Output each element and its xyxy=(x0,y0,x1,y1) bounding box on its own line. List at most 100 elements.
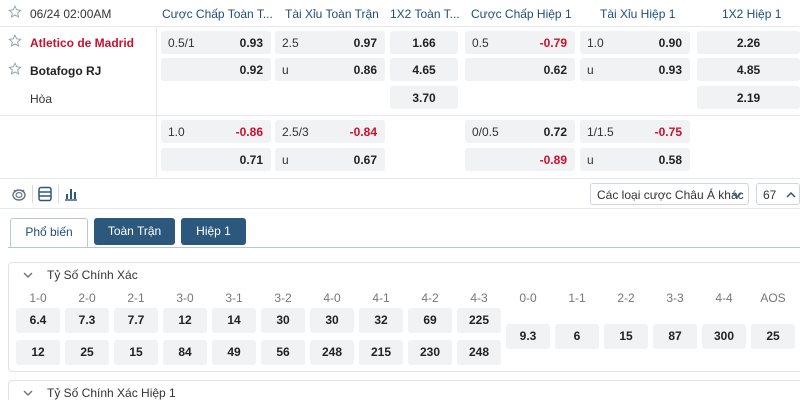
score-odds-cell[interactable]: 49 xyxy=(212,340,256,365)
odds-cell-hdp-home[interactable]: 0.5/1 0.93 xyxy=(161,31,271,54)
odds-cell-h1-ou-over-alt[interactable]: 1/1.5 -0.75 xyxy=(580,120,690,143)
score-odds-cell[interactable]: 7.7 xyxy=(114,308,158,333)
score-odds-cell[interactable]: 84 xyxy=(163,340,207,365)
score-label: 0-0 xyxy=(519,291,537,305)
odds-value: -0.84 xyxy=(349,125,377,139)
favorite-star-icon[interactable] xyxy=(8,5,22,19)
odds-cell-h1-ou-over[interactable]: 1.0 0.90 xyxy=(580,31,690,54)
score-label: 3-2 xyxy=(274,291,292,305)
score-label: 4-1 xyxy=(372,291,390,305)
ou-line: 2.5/3 xyxy=(282,125,309,139)
odds-cell-ou-under[interactable]: u 0.86 xyxy=(275,58,385,81)
odds-cell-h1-hdp-home-alt[interactable]: 0/0.5 0.72 xyxy=(465,120,575,143)
odds-value: 0.71 xyxy=(239,153,263,167)
odds-cell-hdp-away[interactable]: 0.92 xyxy=(161,58,271,81)
score-odds-cell[interactable]: 225 xyxy=(457,308,501,333)
score-odds-cell[interactable]: 300 xyxy=(702,324,746,349)
odds-cell-1x2-away[interactable]: 4.65 xyxy=(390,58,458,81)
list-icon[interactable] xyxy=(36,185,54,203)
odds-cell-hdp-away-alt[interactable]: 0.71 xyxy=(161,148,271,171)
section-header[interactable]: Tỷ Số Chính Xác xyxy=(9,263,800,287)
tab-full-match[interactable]: Toàn Trận xyxy=(94,218,175,245)
section-header[interactable]: Tỷ Số Chính Xác Hiệp 1 xyxy=(9,381,800,400)
score-odds-cell[interactable]: 6 xyxy=(555,324,599,349)
odds-cell-ou-over-alt[interactable]: 2.5/3 -0.84 xyxy=(275,120,385,143)
odds-cell-h1-1x2-home[interactable]: 2.26 xyxy=(697,31,800,54)
score-label: 4-2 xyxy=(421,291,439,305)
odds-cell-h1-ou-under[interactable]: u 0.93 xyxy=(580,58,690,81)
tab-first-half[interactable]: Hiệp 1 xyxy=(181,218,246,245)
chevron-up-icon xyxy=(785,189,797,201)
score-odds-cell[interactable]: 87 xyxy=(653,324,697,349)
chevron-down-icon xyxy=(22,387,34,399)
stadium-icon[interactable] xyxy=(10,185,28,203)
score-odds-cell[interactable]: 215 xyxy=(359,340,403,365)
odds-cell-hdp-home-alt[interactable]: 1.0 -0.86 xyxy=(161,120,271,143)
tab-underline xyxy=(8,247,800,248)
favorite-star-icon[interactable] xyxy=(8,34,22,48)
score-odds-cell[interactable]: 56 xyxy=(261,340,305,365)
odds-value: -0.89 xyxy=(539,153,567,167)
score-odds-cell[interactable]: 15 xyxy=(604,324,648,349)
score-odds-cell[interactable]: 25 xyxy=(65,340,109,365)
score-odds-cell[interactable]: 6.4 xyxy=(16,308,60,333)
score-odds-cell[interactable]: 14 xyxy=(212,308,256,333)
odds-value: 0.62 xyxy=(543,63,567,77)
score-label: 3-3 xyxy=(666,291,684,305)
row-divider xyxy=(0,115,800,116)
score-odds-cell[interactable]: 12 xyxy=(163,308,207,333)
team-row-home: Atletico de Madrid xyxy=(0,28,156,56)
market-header-hdp-h1: Cược Chấp Hiệp 1 xyxy=(471,7,572,21)
handicap-line: 0/0.5 xyxy=(472,125,499,139)
market-header-ou-full: Tài Xỉu Toàn Trận xyxy=(285,7,379,21)
toolbar-divider xyxy=(0,208,800,209)
odds-cell-h1-hdp-away[interactable]: 0.62 xyxy=(465,58,575,81)
score-label: 2-0 xyxy=(78,291,96,305)
odds-cell-h1-ou-under-alt[interactable]: u 0.58 xyxy=(580,148,690,171)
stats-chart-icon[interactable] xyxy=(62,185,80,203)
ou-line: u xyxy=(282,153,289,167)
odds-type-select[interactable]: Các loại cược Châu Á khác xyxy=(590,183,749,205)
odds-value: 4.65 xyxy=(412,63,436,77)
odds-cell-1x2-draw[interactable]: 3.70 xyxy=(390,86,458,109)
score-label: 3-0 xyxy=(176,291,194,305)
handicap-line: 0.5/1 xyxy=(168,36,195,50)
ou-line: u xyxy=(282,63,289,77)
score-odds-cell[interactable]: 9.3 xyxy=(506,324,550,349)
favorite-star-icon[interactable] xyxy=(8,62,22,76)
score-odds-cell[interactable]: 30 xyxy=(310,308,354,333)
odds-value: 0.86 xyxy=(353,63,377,77)
market-count-button[interactable]: 67 xyxy=(756,183,800,205)
odds-cell-h1-1x2-away[interactable]: 4.85 xyxy=(697,58,800,81)
tab-popular[interactable]: Phổ biến xyxy=(10,218,88,248)
odds-value: 0.93 xyxy=(239,36,263,50)
score-label: 1-1 xyxy=(568,291,586,305)
score-odds-cell[interactable]: 12 xyxy=(16,340,60,365)
score-label: AOS xyxy=(760,291,786,305)
odds-cell-h1-1x2-draw[interactable]: 2.19 xyxy=(697,86,800,109)
score-odds-cell[interactable]: 69 xyxy=(408,308,452,333)
odds-cell-1x2-home[interactable]: 1.66 xyxy=(390,31,458,54)
away-team-name: Botafogo RJ xyxy=(30,64,102,78)
odds-cell-ou-under-alt[interactable]: u 0.67 xyxy=(275,148,385,171)
score-odds-cell[interactable]: 15 xyxy=(114,340,158,365)
team-row-away: Botafogo RJ xyxy=(0,56,156,84)
score-odds-cell[interactable]: 25 xyxy=(751,324,795,349)
score-odds-cell[interactable]: 7.3 xyxy=(65,308,109,333)
odds-cell-h1-hdp-home[interactable]: 0.5 -0.79 xyxy=(465,31,575,54)
score-odds-cell[interactable]: 32 xyxy=(359,308,403,333)
odds-cell-h1-hdp-away-alt[interactable]: -0.89 xyxy=(465,148,575,171)
score-odds-cell[interactable]: 230 xyxy=(408,340,452,365)
draw-label: Hòa xyxy=(30,92,53,106)
odds-value: 3.70 xyxy=(412,91,436,105)
market-header-hdp-full: Cược Chấp Toàn T... xyxy=(162,7,273,21)
score-odds-cell[interactable]: 30 xyxy=(261,308,305,333)
ou-line: u xyxy=(587,63,594,77)
odds-cell-ou-over[interactable]: 2.5 0.97 xyxy=(275,31,385,54)
score-odds-cell[interactable]: 248 xyxy=(310,340,354,365)
match-header: 06/24 02:00AM Cược Chấp Toàn T... Tài Xỉ… xyxy=(0,0,800,27)
odds-value: -0.86 xyxy=(235,125,263,139)
market-header-ou-h1: Tài Xỉu Hiệp 1 xyxy=(600,7,676,21)
section-title: Tỷ Số Chính Xác xyxy=(47,268,138,282)
score-odds-cell[interactable]: 248 xyxy=(457,340,501,365)
